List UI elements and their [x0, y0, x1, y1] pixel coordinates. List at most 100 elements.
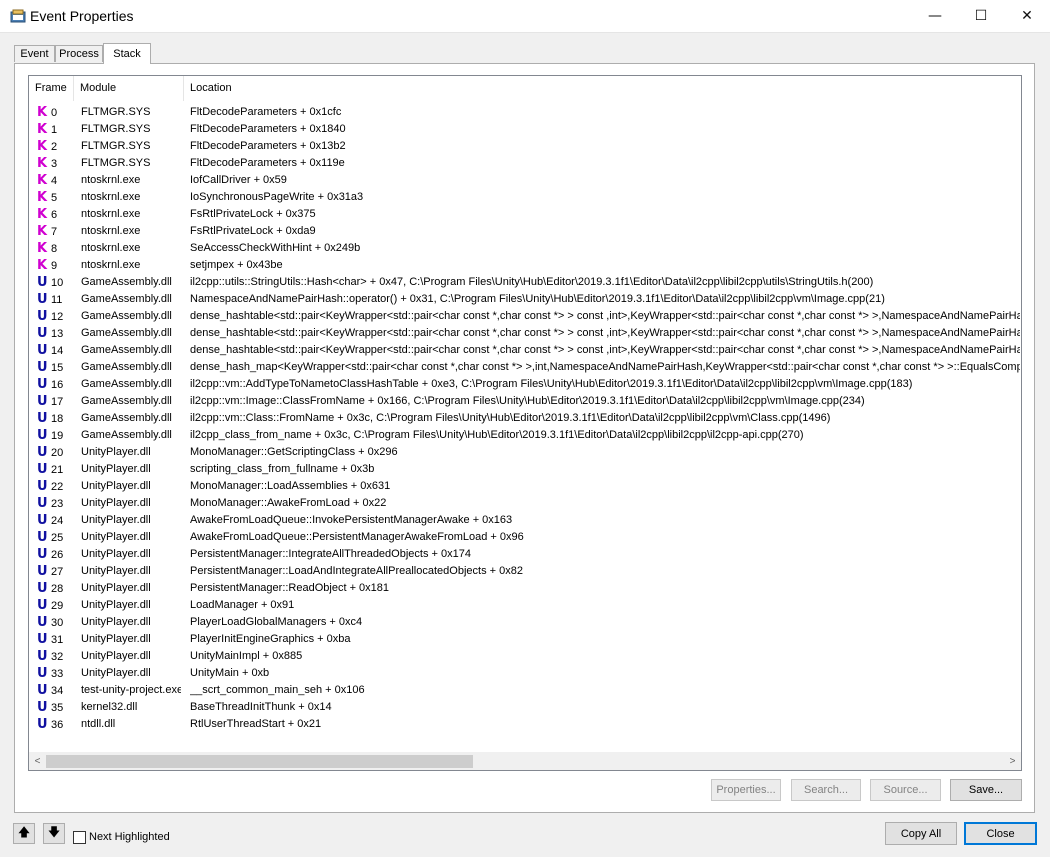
location-cell: AwakeFromLoadQueue::PersistentManagerAwa…	[190, 531, 524, 543]
source-button[interactable]: Source...	[870, 779, 941, 801]
tab-process[interactable]: Process	[55, 45, 103, 62]
save-button[interactable]: Save...	[950, 779, 1022, 801]
module-cell: ntoskrnl.exe	[81, 225, 141, 237]
frame-number: 30	[51, 617, 64, 629]
frame-number: 5	[51, 192, 58, 204]
maximize-button[interactable]: ☐	[958, 0, 1004, 32]
table-row[interactable]: U 28 UnityPlayer.dll PersistentManager::Rea…	[29, 580, 1021, 597]
table-row[interactable]: U 13 GameAssembly.dll dense_hashtable<std::…	[29, 325, 1021, 342]
module-cell: UnityPlayer.dll	[81, 616, 151, 628]
process-monitor-app-icon	[10, 9, 26, 23]
table-row[interactable]: K 8 ntoskrnl.exe SeAccessCheckWithHint + 0x…	[29, 240, 1021, 257]
table-row[interactable]: U 11 GameAssembly.dll NamespaceAndNamePairH…	[29, 291, 1021, 308]
table-row[interactable]: U 23 UnityPlayer.dll MonoManager::AwakeFrom…	[29, 495, 1021, 512]
table-row[interactable]: U 35 kernel32.dll BaseThreadInitThunk + 0x1…	[29, 699, 1021, 716]
frame-cell: K1	[37, 121, 87, 139]
table-row[interactable]: U 14 GameAssembly.dll dense_hashtable<std::…	[29, 342, 1021, 359]
frame-number: 6	[51, 209, 58, 221]
table-row[interactable]: U 27 UnityPlayer.dll PersistentManager::Loa…	[29, 563, 1021, 580]
frame-cell: K0	[37, 104, 87, 122]
close-button[interactable]: Close	[964, 822, 1037, 845]
module-cell: GameAssembly.dll	[81, 378, 172, 390]
table-row[interactable]: K 0 FLTMGR.SYS FltDecodeParameters + 0x1cfc	[29, 104, 1021, 121]
table-row[interactable]: K 7 ntoskrnl.exe FsRtlPrivateLock + 0xda9	[29, 223, 1021, 240]
module-cell: ntoskrnl.exe	[81, 242, 141, 254]
frame-number: 34	[51, 685, 64, 697]
copy-all-button[interactable]: Copy All	[885, 822, 957, 845]
module-cell: GameAssembly.dll	[81, 327, 172, 339]
table-row[interactable]: K 3 FLTMGR.SYS FltDecodeParameters + 0x119e	[29, 155, 1021, 172]
module-cell: UnityPlayer.dll	[81, 531, 151, 543]
table-row[interactable]: U 30 UnityPlayer.dll PlayerLoadGlobalManage…	[29, 614, 1021, 631]
table-row[interactable]: K 9 ntoskrnl.exe setjmpex + 0x43be	[29, 257, 1021, 274]
tab-event[interactable]: Event	[14, 45, 55, 62]
table-row[interactable]: U 10 GameAssembly.dll il2cpp::utils::String…	[29, 274, 1021, 291]
location-cell: IoSynchronousPageWrite + 0x31a3	[190, 191, 364, 203]
table-row[interactable]: U 20 UnityPlayer.dll MonoManager::GetScript…	[29, 444, 1021, 461]
frame-number: 13	[51, 328, 64, 340]
frame-cell: U 27	[37, 563, 87, 581]
frame-number: 22	[51, 481, 64, 493]
frame-number: 18	[51, 413, 64, 425]
table-row[interactable]: K 4 ntoskrnl.exe IofCallDriver + 0x59	[29, 172, 1021, 189]
table-row[interactable]: U 12 GameAssembly.dll dense_hashtable<std::…	[29, 308, 1021, 325]
frame-number: 23	[51, 498, 64, 510]
frame-number: 12	[51, 311, 64, 323]
next-highlighted-checkbox[interactable]	[73, 831, 86, 844]
scroll-right-arrow-icon[interactable]: >	[1004, 753, 1021, 770]
next-arrow-down-icon[interactable]: 🡇	[43, 823, 65, 844]
location-cell: MonoManager::AwakeFromLoad + 0x22	[190, 497, 387, 509]
table-row[interactable]: U 21 UnityPlayer.dll scripting_class_from_f…	[29, 461, 1021, 478]
table-row[interactable]: U 32 UnityPlayer.dll UnityMainImpl + 0x885	[29, 648, 1021, 665]
table-row[interactable]: U 17 GameAssembly.dll il2cpp::vm::Image::Cl…	[29, 393, 1021, 410]
search-button[interactable]: Search...	[791, 779, 861, 801]
table-row[interactable]: U 34 test-unity-project.exe __scrt_common_m…	[29, 682, 1021, 699]
table-row[interactable]: U 24 UnityPlayer.dll AwakeFromLoadQueue::In…	[29, 512, 1021, 529]
minimize-button[interactable]: —	[912, 0, 958, 32]
frame-cell: U 19	[37, 427, 87, 445]
column-header-module[interactable]: Module	[74, 76, 184, 101]
table-row[interactable]: U 25 UnityPlayer.dll AwakeFromLoadQueue::Pe…	[29, 529, 1021, 546]
window-title: Event Properties	[30, 8, 134, 24]
frame-number: 4	[51, 175, 58, 187]
column-header-location[interactable]: Location	[184, 76, 984, 101]
properties-button[interactable]: Properties...	[711, 779, 781, 801]
table-row[interactable]: U 19 GameAssembly.dll il2cpp_class_from_nam…	[29, 427, 1021, 444]
location-cell: PersistentManager::LoadAndIntegrateAllPr…	[190, 565, 523, 577]
table-row[interactable]: U 18 GameAssembly.dll il2cpp::vm::Class::Fr…	[29, 410, 1021, 427]
title-bar: Event Properties — ☐ ✕	[0, 0, 1050, 33]
table-row[interactable]: U 33 UnityPlayer.dll UnityMain + 0xb	[29, 665, 1021, 682]
table-row[interactable]: U 15 GameAssembly.dll dense_hash_map<KeyWra…	[29, 359, 1021, 376]
table-row[interactable]: K 1 FLTMGR.SYS FltDecodeParameters + 0x1840	[29, 121, 1021, 138]
frame-cell: K6	[37, 206, 87, 224]
module-cell: FLTMGR.SYS	[81, 123, 151, 135]
horizontal-scrollbar[interactable]: < >	[29, 752, 1021, 770]
user-mode-icon: U	[37, 547, 48, 562]
stack-list-view[interactable]: Frame Module Location K 0 FLTMGR.SYS FltDec…	[28, 75, 1022, 771]
table-row[interactable]: K 5 ntoskrnl.exe IoSynchronousPageWrite + 0…	[29, 189, 1021, 206]
table-row[interactable]: U 22 UnityPlayer.dll MonoManager::LoadAssem…	[29, 478, 1021, 495]
frame-number: 7	[51, 226, 58, 238]
scroll-left-arrow-icon[interactable]: <	[29, 753, 46, 770]
tab-stack[interactable]: Stack	[103, 43, 151, 64]
table-row[interactable]: U 16 GameAssembly.dll il2cpp::vm::AddTypeTo…	[29, 376, 1021, 393]
module-cell: GameAssembly.dll	[81, 276, 172, 288]
table-row[interactable]: U 31 UnityPlayer.dll PlayerInitEngineGraphi…	[29, 631, 1021, 648]
scrollbar-thumb[interactable]	[46, 755, 473, 768]
kernel-mode-icon: K	[37, 241, 48, 256]
location-cell: dense_hashtable<std::pair<KeyWrapper<std…	[190, 327, 1020, 339]
module-cell: UnityPlayer.dll	[81, 565, 151, 577]
frame-number: 27	[51, 566, 64, 578]
location-cell: il2cpp::vm::Image::ClassFromName + 0x166…	[190, 395, 865, 407]
table-row[interactable]: U 36 ntdll.dll RtlUserThreadStart + 0x21	[29, 716, 1021, 733]
frame-number: 25	[51, 532, 64, 544]
table-row[interactable]: K 6 ntoskrnl.exe FsRtlPrivateLock + 0x375	[29, 206, 1021, 223]
frame-number: 19	[51, 430, 64, 442]
kernel-mode-icon: K	[37, 139, 48, 154]
table-row[interactable]: U 26 UnityPlayer.dll PersistentManager::Int…	[29, 546, 1021, 563]
close-window-button[interactable]: ✕	[1004, 0, 1050, 32]
column-header-frame[interactable]: Frame	[29, 76, 73, 101]
table-row[interactable]: U 29 UnityPlayer.dll LoadManager + 0x91	[29, 597, 1021, 614]
table-row[interactable]: K 2 FLTMGR.SYS FltDecodeParameters + 0x13b2	[29, 138, 1021, 155]
previous-arrow-up-icon[interactable]: 🡅	[13, 823, 35, 844]
